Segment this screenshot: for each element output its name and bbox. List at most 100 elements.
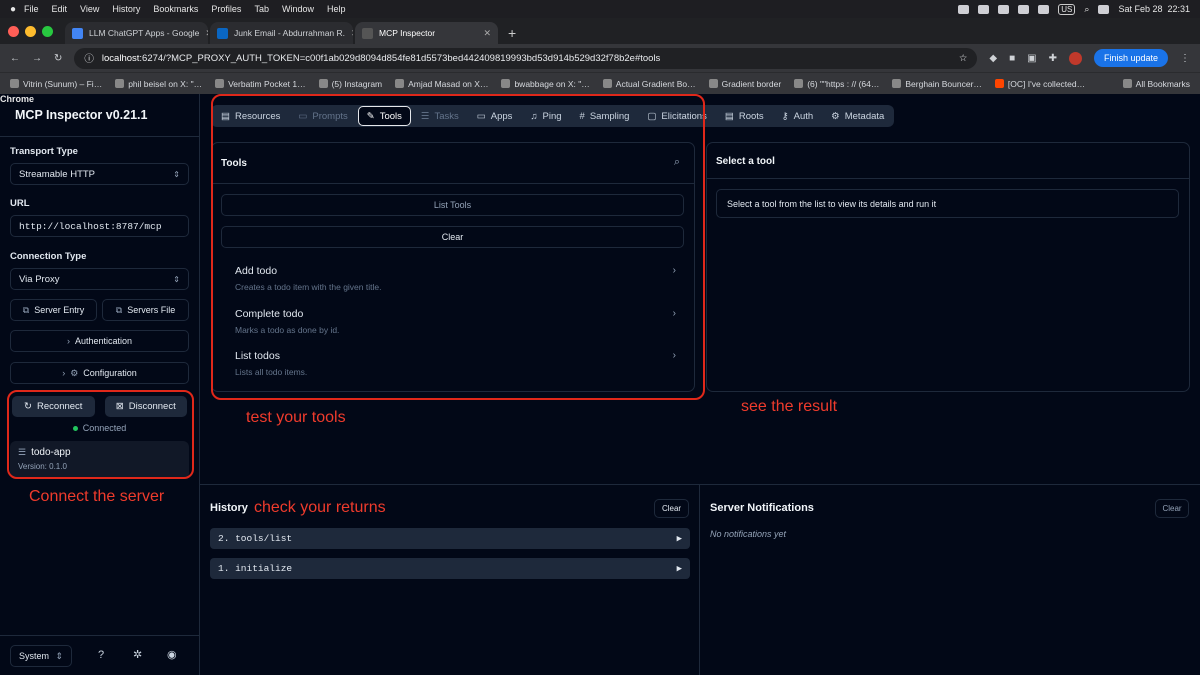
bookmark-label: Actual Gradient Bo… — [615, 78, 696, 89]
bookmark-star-icon[interactable]: ☆ — [959, 53, 968, 64]
bookmark-label: Berghain Bouncer… — [905, 78, 982, 89]
tab-metadata[interactable]: ⚙ Metadata — [823, 106, 892, 126]
browser-menu-icon[interactable]: ⋮ — [1180, 53, 1190, 64]
address-bar[interactable]: ⓘ localhost:6274/?MCP_PROXY_AUTH_TOKEN=c… — [74, 47, 978, 69]
history-row-label: 2. tools/list — [218, 533, 293, 544]
history-title: History — [210, 502, 248, 514]
tool-detail-panel: Select a tool Select a tool from the lis… — [706, 142, 1190, 392]
menu-profiles[interactable]: Profiles — [211, 4, 241, 14]
os-menubar: ● Chrome File Edit View History Bookmark… — [0, 0, 1200, 104]
copy-icon: ⧉ — [22, 304, 30, 315]
bookmark-item[interactable]: (5) Instagram — [318, 79, 382, 89]
chevron-updown-icon: ⇕ — [173, 169, 180, 179]
input-language-badge[interactable]: US — [1058, 3, 1076, 15]
servers-file-button[interactable]: ⧉ Servers File — [102, 299, 189, 321]
status-icon[interactable] — [998, 4, 1010, 14]
browser-tab[interactable]: Junk Email - Abdurrahman R. ✕ — [210, 22, 353, 44]
site-info-icon[interactable]: ⓘ — [84, 51, 94, 65]
authentication-toggle[interactable]: › Authentication — [10, 330, 189, 352]
bookmark-item[interactable]: (6) ""https : // (64… — [794, 79, 879, 89]
server-entry-button[interactable]: ⧉ Server Entry — [10, 299, 97, 321]
url-label: URL — [10, 198, 30, 209]
transport-type-value: Streamable HTTP — [19, 168, 96, 180]
close-tab-icon[interactable]: ✕ — [483, 28, 491, 39]
browser-tab[interactable]: LLM ChatGPT Apps - Google ✕ — [65, 22, 208, 44]
help-icon[interactable]: ? — [98, 649, 104, 661]
bookmark-favicon-icon — [602, 79, 612, 88]
extension-icon[interactable]: ■ — [1009, 53, 1015, 64]
bookmark-item[interactable]: phil beisel on X: "… — [115, 79, 202, 89]
reload-icon[interactable]: ↻ — [54, 53, 62, 64]
status-icon[interactable] — [1018, 4, 1030, 14]
zoom-window-button[interactable] — [42, 25, 53, 37]
menu-tab[interactable]: Tab — [254, 4, 269, 14]
tab-auth[interactable]: ⚷ Auth — [774, 106, 822, 126]
menu-file[interactable]: File — [24, 4, 39, 14]
bookmark-item[interactable]: [OC] I've collected… — [994, 79, 1085, 89]
status-icon[interactable] — [958, 4, 970, 14]
status-icon[interactable] — [978, 4, 990, 14]
notifications-clear-button[interactable]: Clear — [1155, 499, 1189, 518]
github-icon[interactable]: ◉ — [167, 648, 177, 661]
close-window-button[interactable] — [8, 25, 19, 37]
close-tab-icon[interactable]: ✕ — [351, 28, 353, 39]
search-icon[interactable]: ⌕ — [1084, 4, 1089, 15]
new-tab-button[interactable]: + — [500, 25, 524, 44]
chevron-updown-icon: ⇕ — [55, 650, 63, 661]
bookmark-favicon-icon — [115, 79, 125, 88]
browser-tab-active[interactable]: MCP Inspector ✕ — [355, 22, 498, 44]
bug-icon[interactable]: ✲ — [133, 648, 142, 661]
control-center-icon[interactable] — [1098, 4, 1110, 14]
history-row[interactable]: 1. initialize ▶ — [210, 558, 690, 579]
transport-type-select[interactable]: Streamable HTTP ⇕ — [10, 163, 189, 185]
divider — [699, 485, 700, 675]
apple-icon[interactable]: ● — [10, 4, 24, 15]
wifi-icon[interactable] — [1038, 4, 1050, 14]
bookmark-item[interactable]: Vitrin (Sunum) – Fi… — [10, 79, 102, 89]
divider — [200, 484, 1200, 485]
tab-label: Auth — [793, 110, 814, 122]
bookmark-item[interactable]: Berghain Bouncer… — [892, 79, 982, 89]
theme-select[interactable]: System ⇕ — [10, 645, 72, 667]
bookmark-favicon-icon — [892, 79, 902, 88]
bookmark-label: bwabbage on X: "… — [514, 78, 590, 89]
bookmark-label: Amjad Masad on X… — [408, 78, 489, 89]
bookmark-favicon-icon — [215, 79, 225, 88]
configuration-toggle[interactable]: › ⚙ Configuration — [10, 362, 189, 384]
play-icon[interactable]: ▶ — [677, 564, 682, 574]
play-icon[interactable]: ▶ — [677, 534, 682, 544]
finish-update-button[interactable]: Finish update — [1093, 49, 1168, 67]
connection-type-label: Connection Type — [10, 251, 87, 262]
history-row[interactable]: 2. tools/list ▶ — [210, 528, 690, 549]
extension-icon[interactable]: ◆ — [989, 53, 997, 64]
close-tab-icon[interactable]: ✕ — [205, 28, 208, 39]
minimize-window-button[interactable] — [25, 25, 36, 37]
menu-help[interactable]: Help — [327, 4, 346, 14]
extension-icon[interactable]: ▣ — [1027, 53, 1036, 64]
all-bookmarks[interactable]: All Bookmarks — [1122, 79, 1190, 89]
menu-window[interactable]: Window — [282, 4, 314, 14]
forward-icon[interactable]: → — [32, 53, 42, 64]
bookmark-folder[interactable]: Gradient border — [708, 79, 781, 89]
bookmark-item[interactable]: bwabbage on X: "… — [501, 78, 590, 89]
bookmark-label: Vitrin (Sunum) – Fi… — [23, 78, 103, 89]
configuration-label: Configuration — [83, 368, 137, 378]
tool-detail-hint: Select a tool from the list to view its … — [716, 189, 1179, 218]
transport-type-label: Transport Type — [10, 146, 78, 157]
history-clear-button[interactable]: Clear — [654, 499, 689, 518]
tab-roots[interactable]: ▤ Roots — [717, 106, 772, 126]
url-input[interactable]: http://localhost:8787/mcp — [10, 215, 189, 237]
bookmark-item[interactable]: Verbatim Pocket 1… — [215, 79, 306, 89]
menu-view[interactable]: View — [80, 4, 99, 14]
menu-history[interactable]: History — [112, 4, 140, 14]
menu-edit[interactable]: Edit — [52, 4, 68, 14]
back-icon[interactable]: ← — [10, 53, 20, 64]
menu-bookmarks[interactable]: Bookmarks — [153, 4, 198, 14]
bookmark-item[interactable]: Actual Gradient Bo… — [602, 78, 696, 89]
bookmark-item[interactable]: Amjad Masad on X… — [395, 79, 488, 89]
extensions-puzzle-icon[interactable]: ✚ — [1049, 53, 1057, 64]
tab-favicon-icon — [72, 27, 83, 39]
connection-type-select[interactable]: Via Proxy ⇕ — [10, 268, 189, 290]
menubar-clock[interactable]: Sat Feb 28 22:31 — [1118, 4, 1190, 14]
profile-avatar[interactable] — [1068, 51, 1082, 65]
